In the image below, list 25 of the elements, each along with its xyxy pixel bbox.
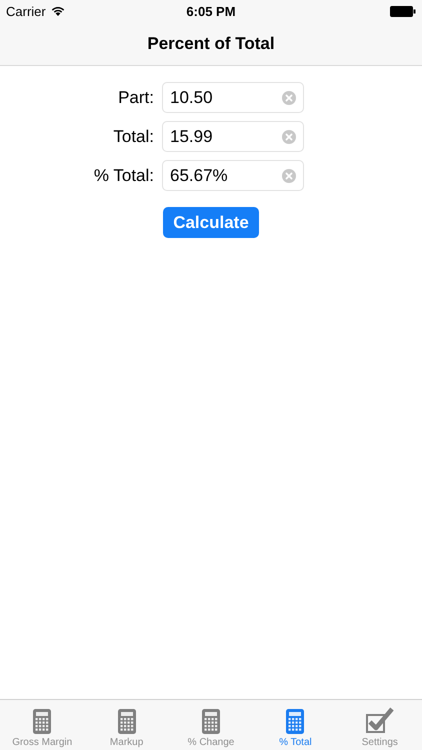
calculator-icon	[202, 709, 220, 734]
field-label: Part:	[117, 88, 155, 108]
clear-icon[interactable]	[282, 168, 296, 182]
carrier-label: Carrier	[6, 4, 46, 18]
battery-icon	[390, 6, 416, 16]
tab[interactable]: % Change	[168, 700, 254, 750]
calculator-icon	[33, 709, 52, 734]
field-label: Total:	[112, 126, 155, 146]
tab[interactable]: Settings	[338, 700, 422, 750]
input-field[interactable]: 65.67%	[162, 160, 304, 191]
input-field[interactable]: 10.50	[162, 82, 304, 113]
input-field[interactable]: 15.99	[162, 121, 304, 152]
field-label: % Total:	[92, 166, 155, 186]
clear-icon[interactable]	[282, 90, 296, 104]
wifi-icon	[50, 6, 65, 16]
status-time: 6:05 PM	[186, 4, 236, 18]
nav-title: Percent of Total	[147, 34, 275, 54]
calculator-icon	[118, 709, 136, 734]
calculator-icon	[286, 709, 304, 734]
tab[interactable]: Gross Margin	[0, 700, 84, 750]
checkmark-icon	[366, 707, 394, 734]
tab[interactable]: % Total	[253, 700, 338, 750]
tab[interactable]: Markup	[84, 700, 169, 750]
clear-icon[interactable]	[282, 130, 296, 144]
calculate-button[interactable]: Calculate	[163, 207, 259, 238]
